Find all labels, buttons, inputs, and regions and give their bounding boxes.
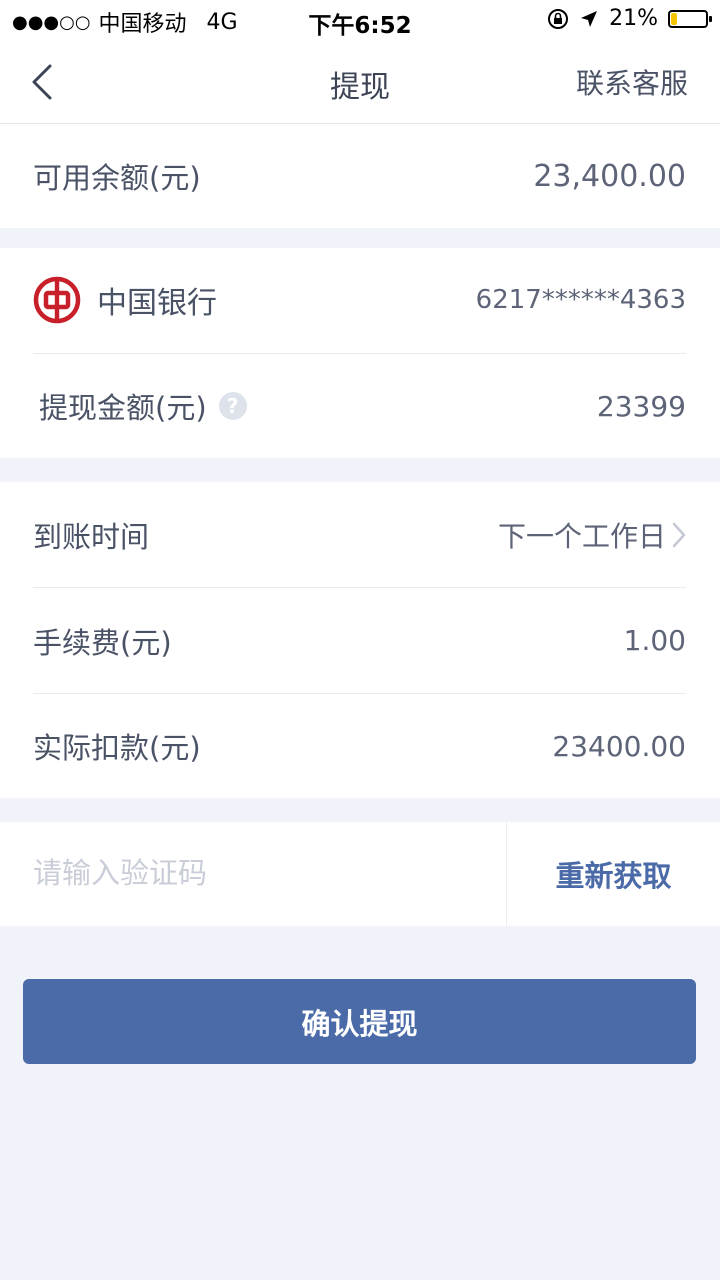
bank-info: 中国银行: [33, 276, 217, 324]
chevron-right-icon: [672, 522, 686, 547]
withdraw-amount-label-group: 提现金额(元) ?: [39, 385, 247, 427]
balance-label: 可用余额(元): [33, 161, 201, 195]
contact-service-button[interactable]: 联系客服: [576, 62, 688, 102]
fee-label: 手续费(元): [33, 625, 172, 660]
bank-row[interactable]: 中国银行 6217******4363: [33, 248, 686, 352]
bank-name: 中国银行: [97, 286, 217, 321]
bank-card-number: 6217******4363: [475, 285, 686, 315]
balance-row: 可用余额(元) 23,400.00: [33, 124, 686, 228]
bank-card: 中国银行 6217******4363 提现金额(元) ? 23399: [0, 248, 720, 458]
actual-deduction-row: 实际扣款(元) 23400.00: [33, 694, 686, 798]
fee-row: 手续费(元) 1.00: [33, 588, 686, 693]
arrival-time-value-group: 下一个工作日: [498, 515, 686, 555]
actual-deduction-value: 23400.00: [552, 729, 686, 763]
arrival-time-label: 到账时间: [33, 519, 150, 554]
status-bar: ●●●○○ 中国移动 4G 下午6:52 21%: [0, 0, 720, 40]
battery-percent: 21%: [609, 6, 658, 31]
resend-code-button[interactable]: 重新获取: [507, 822, 720, 926]
withdraw-amount-value: 23399: [596, 389, 686, 423]
help-icon[interactable]: ?: [218, 392, 247, 420]
details-card: 到账时间 下一个工作日 手续费(元) 1.00 实际扣款(元) 23400.00: [0, 482, 720, 798]
fee-value: 1.00: [623, 624, 686, 657]
confirm-withdraw-button[interactable]: 确认提现: [23, 979, 696, 1064]
verification-card: 重新获取: [0, 822, 720, 926]
verification-code-input[interactable]: [33, 856, 473, 890]
location-arrow-icon: [581, 10, 598, 27]
status-right: 21%: [547, 6, 712, 31]
withdraw-amount-row: 提现金额(元) ? 23399: [33, 354, 686, 458]
arrival-time-value: 下一个工作日: [497, 519, 666, 553]
balance-card: 可用余额(元) 23,400.00: [0, 124, 720, 228]
arrival-time-row[interactable]: 到账时间 下一个工作日: [33, 482, 686, 587]
actual-deduction-label: 实际扣款(元): [33, 731, 201, 765]
battery-icon: [668, 9, 712, 28]
battery-level: [671, 12, 677, 25]
withdraw-amount-label: 提现金额(元): [39, 391, 207, 425]
nav-bar: 提现 联系客服: [0, 40, 720, 124]
balance-value: 23,400.00: [533, 158, 686, 194]
orientation-lock-icon: [548, 8, 569, 29]
bank-of-china-logo: [33, 276, 81, 324]
